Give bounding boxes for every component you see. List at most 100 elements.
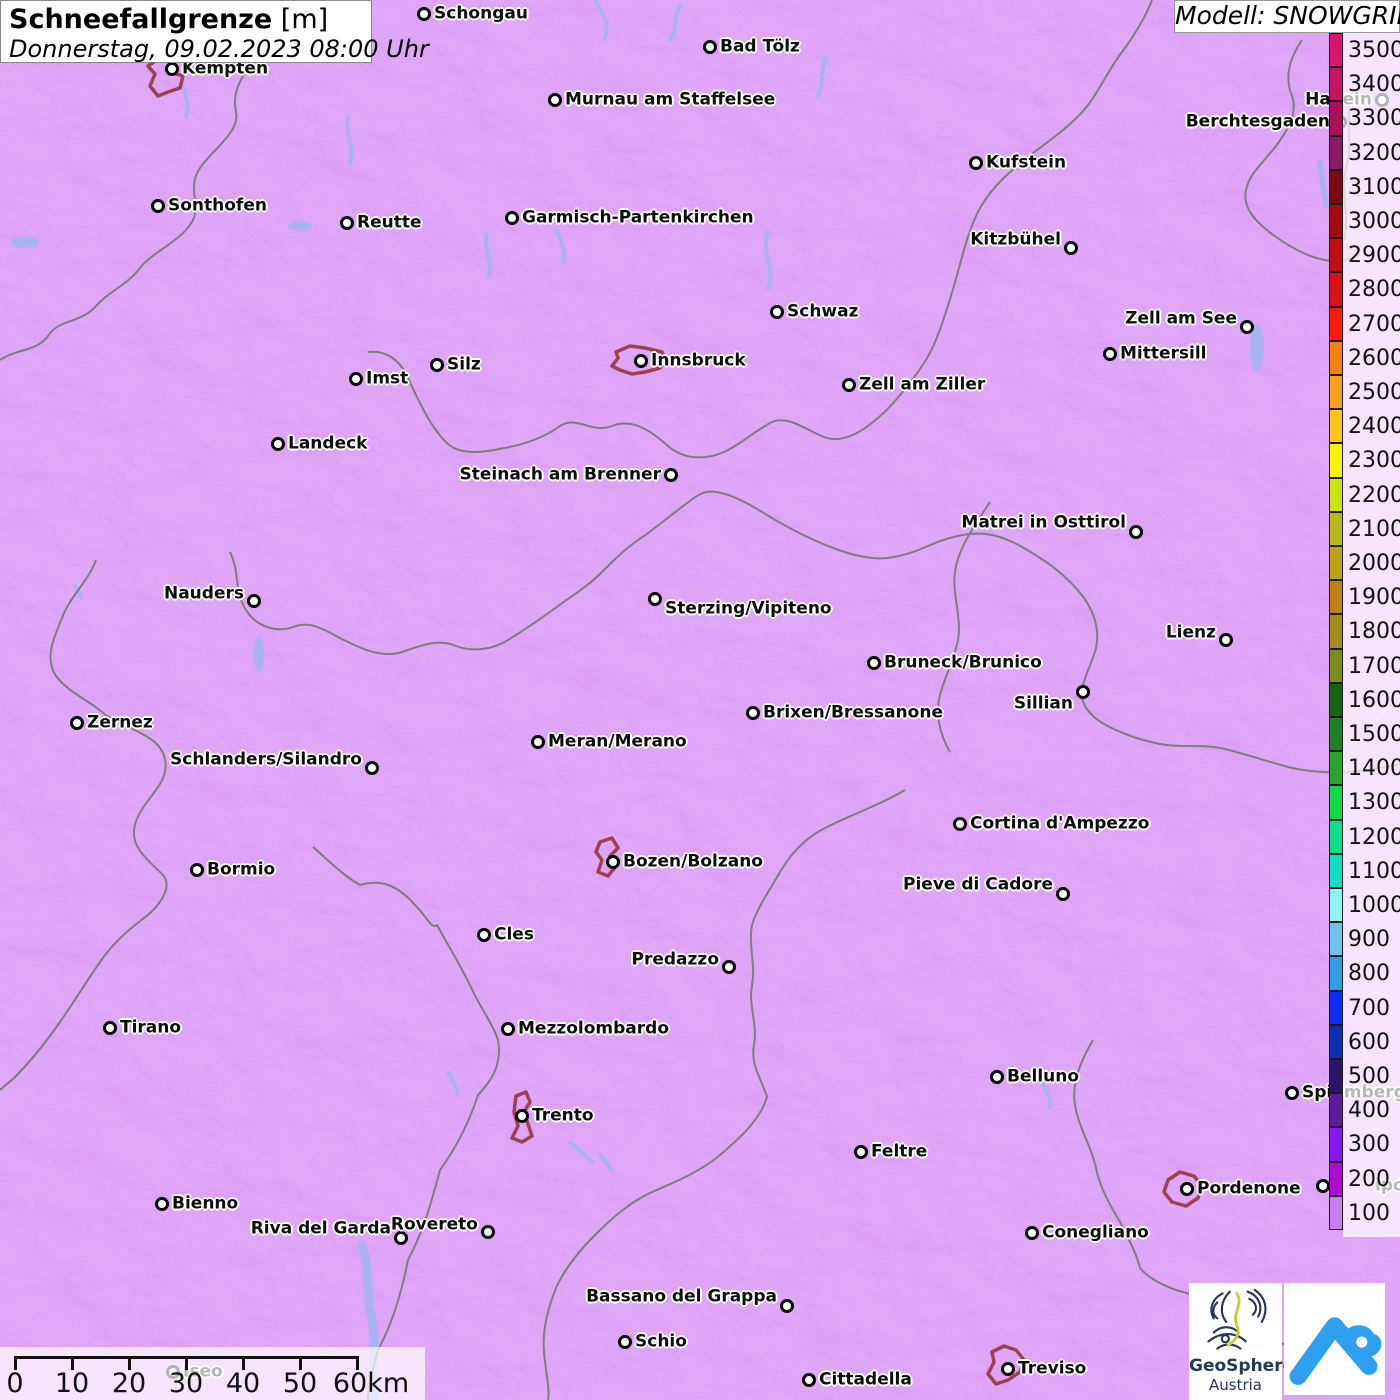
colorbar-segment: [1329, 477, 1343, 512]
colorbar-segment: [1329, 33, 1343, 68]
colorbar-segment: [1329, 272, 1343, 307]
city-label: Predazzo: [631, 949, 719, 970]
city-marker-zell-am-see: [1240, 320, 1254, 334]
colorbar-tick-label: 200: [1348, 1166, 1390, 1192]
city-marker-sterzing-vipiteno: [648, 592, 662, 606]
city-label: Schwaz: [787, 301, 859, 322]
colorbar-tick-label: 3100: [1348, 174, 1400, 200]
city-marker-ipo: [1316, 1179, 1330, 1193]
colorbar-tick-label: 2200: [1348, 482, 1400, 508]
city-label: Schio: [635, 1331, 687, 1352]
city-label: Garmisch-Partenkirchen: [522, 207, 754, 228]
city-label: Zell am Ziller: [859, 374, 986, 395]
city-label: Lienz: [1165, 622, 1216, 643]
city-marker-feltre: [854, 1145, 868, 1159]
colorbar-tick-label: 3400: [1348, 72, 1400, 98]
city-label: Zell am See: [1125, 308, 1237, 329]
city-label: Bienno: [172, 1193, 239, 1214]
city-marker-zell-am-ziller: [842, 378, 856, 392]
city-marker-steinach-am-brenner: [664, 468, 678, 482]
city-marker-pieve-di-cadore: [1056, 887, 1070, 901]
city-marker-zernez: [70, 716, 84, 730]
colorbar-tick-label: 3500: [1348, 38, 1400, 63]
city-marker-bruneck-brunico: [867, 656, 881, 670]
city-marker-sillian: [1076, 685, 1090, 699]
city-label: Treviso: [1018, 1358, 1087, 1379]
city-marker-landeck: [271, 437, 285, 451]
city-marker-treviso: [1001, 1362, 1015, 1376]
city-label: Zernez: [87, 712, 153, 733]
colorbar-tick-label: 2400: [1348, 414, 1400, 440]
city-label: Bozen/Bolzano: [623, 851, 763, 872]
city-marker-brixen-bressanone: [746, 706, 760, 720]
colorbar-segment: [1329, 888, 1343, 923]
city-marker-bassano-del-grappa: [780, 1299, 794, 1313]
city-label: Meran/Merano: [548, 731, 687, 752]
city-marker-predazzo: [722, 960, 736, 974]
colorbar-segment: [1329, 785, 1343, 820]
colorbar-segment: [1329, 853, 1343, 888]
city-label: Rovereto: [390, 1214, 478, 1235]
city-marker-nauders: [247, 594, 261, 608]
colorbar-segment: [1329, 67, 1343, 102]
cities-layer: Schongau Bad Tölz Kempten Murnau am Staffel…: [0, 0, 1400, 1400]
city-marker-innsbruck: [634, 354, 648, 368]
colorbar-tick-label: 2600: [1348, 345, 1400, 371]
colorbar-tick-label: 600: [1348, 1029, 1390, 1055]
city-marker-murnau-am-staffelsee: [548, 93, 562, 107]
colorbar-segment: [1329, 340, 1343, 375]
city-label: Mezzolombardo: [518, 1018, 670, 1039]
colorbar-tick-label: 3200: [1348, 140, 1400, 166]
city-label: Silz: [447, 354, 481, 375]
city-marker-matrei-in-osttirol: [1129, 525, 1143, 539]
colorbar-tick-label: 3000: [1348, 209, 1400, 234]
city-label: Nauders: [163, 583, 244, 604]
colorbar-tick-label: 500: [1348, 1064, 1390, 1089]
colorbar-tick-label: 2300: [1348, 448, 1400, 474]
city-label: Brixen/Bressanone: [763, 702, 943, 723]
colorbar-segment: [1329, 169, 1343, 204]
colorbar-segment: [1329, 1093, 1343, 1128]
city-label: Bassano del Grappa: [586, 1286, 777, 1307]
city-marker-spilimbergo: [1285, 1086, 1299, 1100]
colorbar-segment: [1329, 443, 1343, 478]
colorbar-segment: [1329, 306, 1343, 341]
city-marker-imst: [349, 372, 363, 386]
city-marker-schwaz: [770, 305, 784, 319]
city-marker-kempten: [165, 62, 179, 76]
city-label: Schlanders/Silandro: [170, 749, 362, 770]
city-marker-pordenone: [1180, 1182, 1194, 1196]
colorbar-segment: [1329, 956, 1343, 991]
colorbar-tick-label: 2100: [1348, 516, 1400, 542]
city-label: Tirano: [120, 1017, 182, 1038]
colorbar-segment: [1329, 922, 1343, 957]
title-unit: [m]: [280, 4, 329, 35]
scalebar-label: 50: [282, 1368, 318, 1399]
title-text: Schneefallgrenze: [9, 4, 273, 35]
scalebar-label: 20: [111, 1368, 147, 1399]
geosphere-country: Austria: [1209, 1375, 1262, 1394]
colorbar-segment: [1329, 511, 1343, 546]
colorbar-segment: [1329, 717, 1343, 752]
city-label: Pieve di Cadore: [903, 874, 1053, 895]
colorbar-segment: [1329, 238, 1343, 273]
colorbar-tick-label: 2900: [1348, 243, 1400, 269]
colorbar-segment: [1329, 1195, 1343, 1230]
colorbar-segment: [1329, 751, 1343, 786]
city-marker-silz: [430, 358, 444, 372]
title-box: Schneefallgrenze [m] Donnerstag, 09.02.2…: [0, 0, 429, 63]
colorbar-segment: [1329, 135, 1343, 170]
city-label: Cittadella: [819, 1369, 912, 1390]
colorbar-tick-label: 1500: [1348, 722, 1400, 747]
colorbar-tick-label: 2500: [1348, 380, 1400, 405]
colorbar-tick-label: 1400: [1348, 756, 1400, 782]
city-label: Bormio: [207, 859, 276, 880]
city-label: Bruneck/Brunico: [884, 652, 1042, 673]
colorbar-tick-label: 300: [1348, 1132, 1390, 1158]
city-label: Kitzbühel: [970, 229, 1061, 250]
city-label: Riva del Garda: [250, 1218, 391, 1239]
colorbar-tick-label: 1200: [1348, 824, 1400, 850]
city-label: Sterzing/Vipiteno: [665, 598, 832, 619]
city-label: Imst: [366, 368, 409, 389]
city-marker-cles: [477, 928, 491, 942]
